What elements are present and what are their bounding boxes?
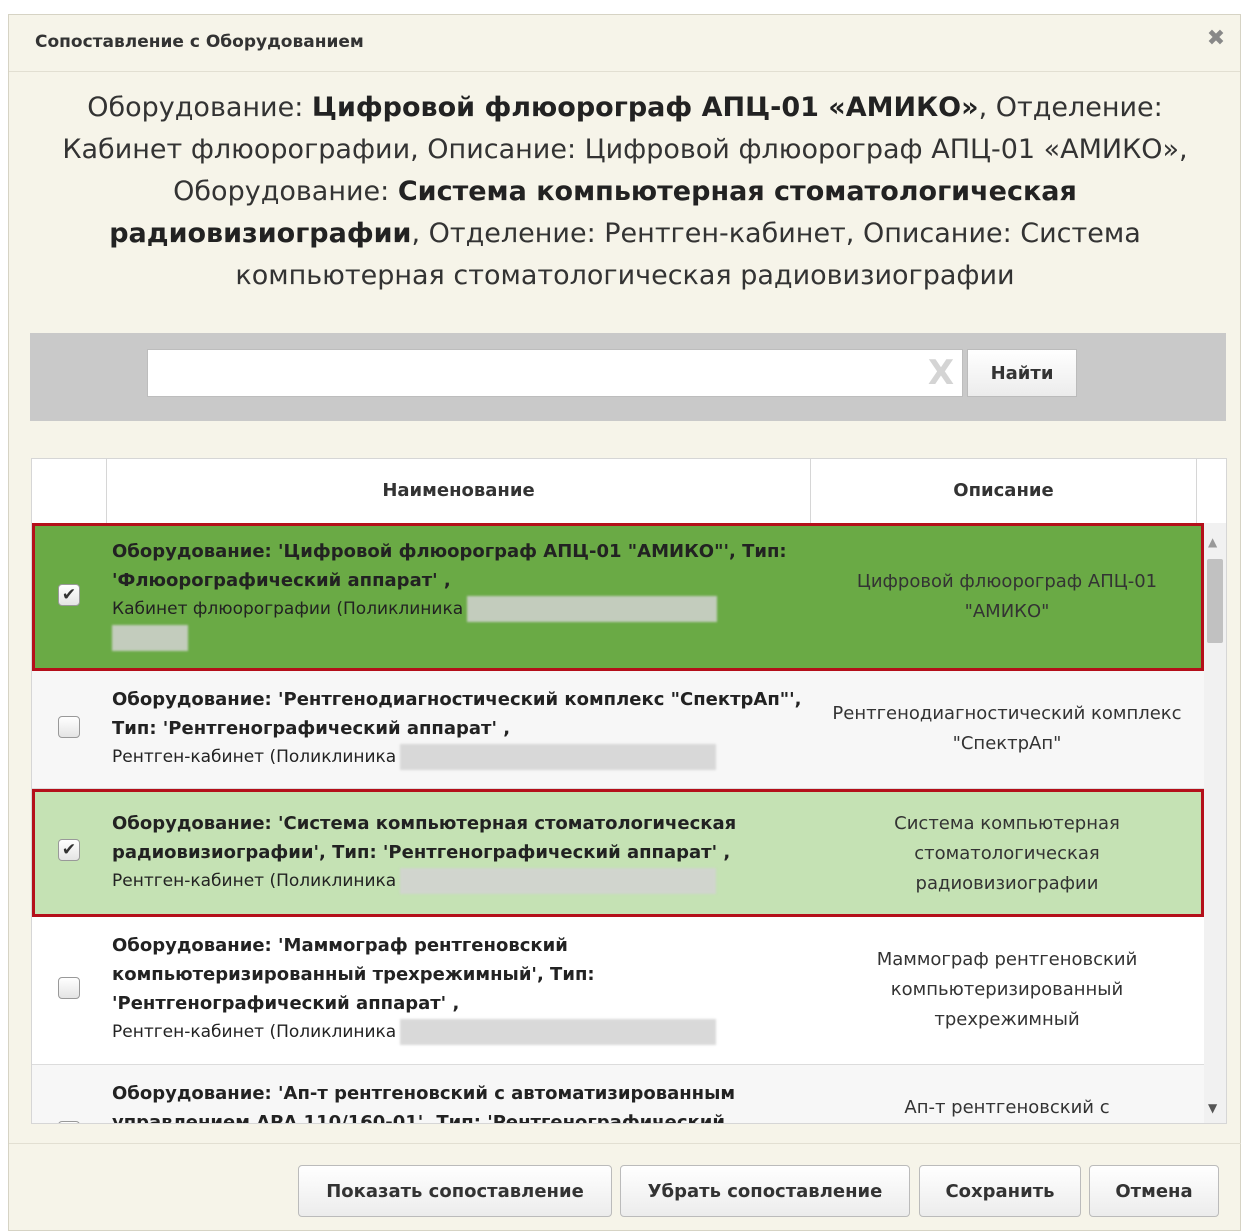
table-header: Наименование Описание (32, 459, 1226, 524)
scrollbar-thumb[interactable] (1207, 559, 1223, 643)
row-name: Оборудование: 'Ап-т рентгеновский с авто… (112, 1079, 802, 1124)
row-name-title: Оборудование: 'Ап-т рентгеновский с авто… (112, 1083, 736, 1124)
summary-equipment-1: Цифровой флюорограф АПЦ-01 «АМИКО» (311, 92, 979, 123)
table-row[interactable]: ✔ Оборудование: 'Система компьютерная ст… (32, 789, 1204, 917)
row-department: Кабинет флюорографии (Поликлиника (112, 599, 464, 619)
row-checkbox[interactable]: ✔ (58, 839, 80, 861)
scroll-up-arrow-icon[interactable]: ▲ (1208, 535, 1217, 549)
column-header-name[interactable]: Наименование (106, 459, 810, 523)
mapping-dialog: Сопоставление с Оборудованием ✖ Оборудов… (8, 14, 1241, 1231)
row-department: Рентген-кабинет (Поликлиника (112, 747, 397, 767)
table-body: ✔ Оборудование: 'Цифровой флюорограф АПЦ… (32, 523, 1204, 1124)
table-row[interactable]: Оборудование: 'Рентгенодиагностический к… (32, 671, 1204, 789)
row-name: Оборудование: 'Система компьютерная стом… (112, 809, 802, 896)
row-checkbox[interactable] (58, 977, 80, 999)
footer-divider (9, 1143, 1241, 1144)
dialog-titlebar: Сопоставление с Оборудованием ✖ (9, 15, 1240, 72)
row-description: Ап-т рентгеновский с (904, 1097, 1110, 1118)
row-department: Рентген-кабинет (Поликлиника (112, 1022, 397, 1042)
row-name-title: Оборудование: 'Рентгенодиагностический к… (112, 689, 802, 739)
dialog-title: Сопоставление с Оборудованием (35, 32, 364, 52)
show-mapping-button[interactable]: Показать сопоставление (298, 1165, 612, 1217)
redacted-text (400, 1019, 717, 1045)
cancel-button[interactable]: Отмена (1089, 1165, 1219, 1217)
summary-label-1: Оборудование: (87, 92, 312, 123)
row-checkbox[interactable] (58, 1121, 80, 1123)
row-department: Рентген-кабинет (Поликлиника (112, 871, 397, 891)
row-description: Цифровой флюорограф АПЦ-01 "АМИКО" (856, 571, 1158, 622)
column-header-spacer (1196, 459, 1226, 523)
equipment-table: Наименование Описание ✔ Оборудование: 'Ц… (31, 458, 1227, 1124)
row-name: Оборудование: 'Цифровой флюорограф АПЦ-0… (112, 537, 802, 653)
row-name-title: Оборудование: 'Цифровой флюорограф АПЦ-0… (112, 541, 787, 591)
table-row[interactable]: Оборудование: 'Маммограф рентгеновский к… (32, 917, 1204, 1065)
clear-icon[interactable]: X (923, 355, 959, 391)
close-icon[interactable]: ✖ (1202, 25, 1230, 53)
row-checkbox[interactable] (58, 716, 80, 738)
column-header-description[interactable]: Описание (810, 459, 1196, 523)
redacted-text (400, 744, 717, 770)
remove-mapping-button[interactable]: Убрать сопоставление (620, 1165, 910, 1217)
redacted-text (400, 868, 717, 894)
row-name: Оборудование: 'Рентгенодиагностический к… (112, 685, 802, 772)
table-row[interactable]: Оборудование: 'Ап-т рентгеновский с авто… (32, 1065, 1204, 1124)
save-button[interactable]: Сохранить (919, 1165, 1081, 1217)
row-name-title: Оборудование: 'Система компьютерная стом… (112, 813, 737, 863)
row-name: Оборудование: 'Маммограф рентгеновский к… (112, 931, 802, 1047)
mapping-summary: Оборудование: Цифровой флюорограф АПЦ-01… (25, 87, 1225, 297)
table-scrollbar[interactable]: ▲ ▼ (1204, 523, 1226, 1123)
row-description: Система компьютерная стоматологическая р… (894, 813, 1120, 894)
redacted-text (112, 625, 188, 651)
redacted-text (467, 596, 718, 622)
row-description: Маммограф рентгеновский компьютеризирова… (876, 949, 1138, 1030)
table-row[interactable]: ✔ Оборудование: 'Цифровой флюорограф АПЦ… (32, 523, 1204, 671)
row-checkbox[interactable]: ✔ (58, 584, 80, 606)
search-input[interactable] (147, 349, 963, 397)
row-name-title: Оборудование: 'Маммограф рентгеновский к… (112, 935, 595, 1014)
scroll-down-arrow-icon[interactable]: ▼ (1208, 1101, 1217, 1115)
search-panel: X Найти (30, 333, 1226, 421)
find-button[interactable]: Найти (967, 349, 1077, 397)
row-description: Рентгенодиагностический комплекс "Спектр… (832, 703, 1182, 754)
